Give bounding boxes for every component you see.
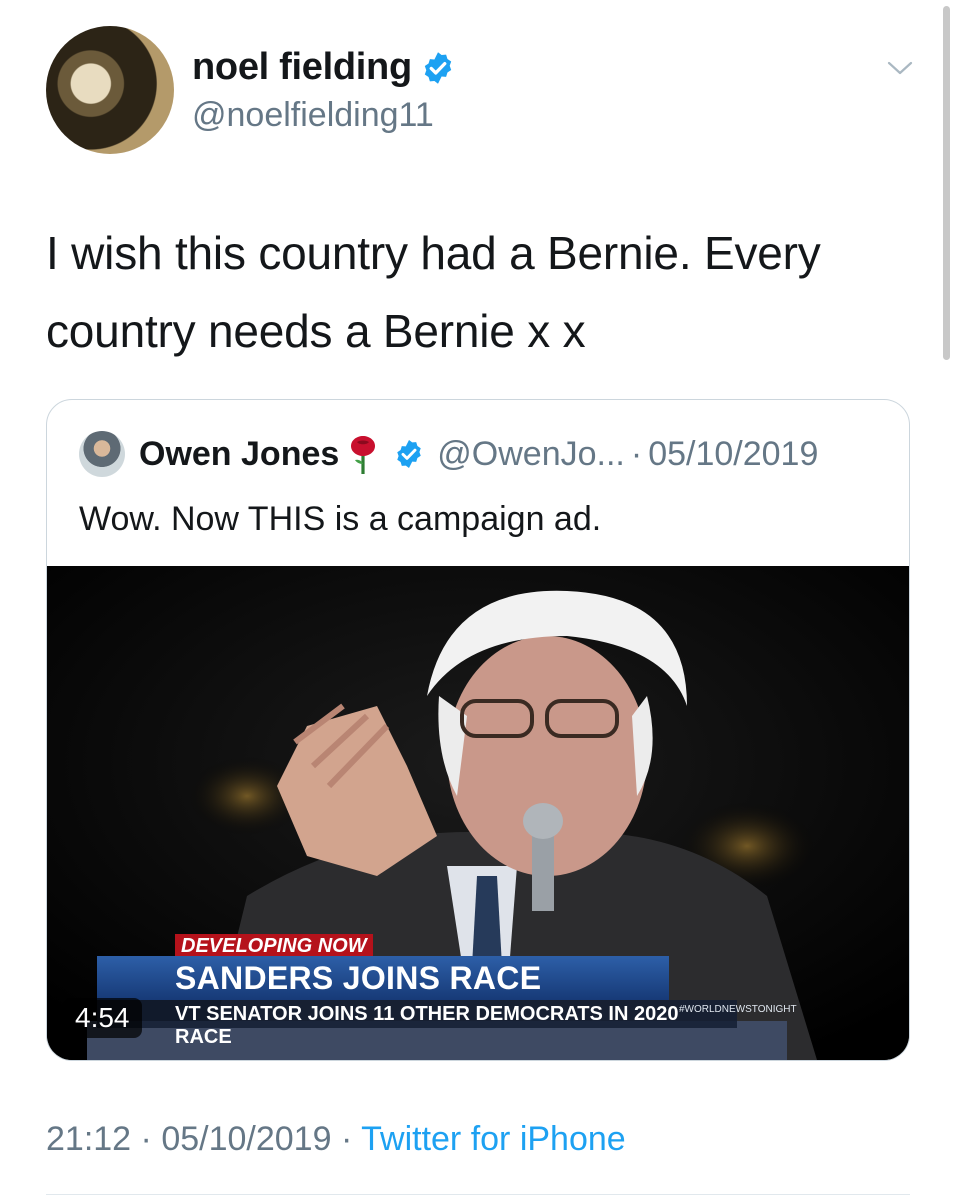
video-duration: 4:54 [63, 998, 142, 1038]
lower-third-headline-bar: SANDERS JOINS RACE [97, 956, 669, 1000]
tweet-text-line: country needs a Bernie x x [46, 305, 586, 357]
author-avatar[interactable] [46, 26, 174, 154]
quoted-author-handle: @OwenJo... [437, 434, 625, 473]
quoted-tweet-date: 05/10/2019 [648, 434, 819, 473]
tweet-time: 21:12 [46, 1120, 132, 1158]
lower-third-subheadline: VT SENATOR JOINS 11 OTHER DEMOCRATS IN 2… [175, 1003, 679, 1048]
lower-third-label: DEVELOPING NOW [175, 934, 373, 958]
quoted-tweet-card[interactable]: Owen Jones @OwenJo... · 05/10/2019 Wow. … [46, 399, 910, 1061]
lower-third-subheadline-bar: VT SENATOR JOINS 11 OTHER DEMOCRATS IN 2… [97, 1000, 737, 1048]
quoted-author-avatar [79, 431, 125, 477]
rose-icon [351, 436, 376, 474]
author-display-name[interactable]: noel fielding [192, 46, 412, 89]
separator-dot: · [630, 434, 643, 473]
tweet-text-line: I wish this country had a Bernie. Every [46, 227, 821, 279]
lower-third-headline: SANDERS JOINS RACE [175, 960, 542, 996]
tweet-date: 05/10/2019 [161, 1120, 332, 1158]
quoted-tweet-text: Wow. Now THIS is a campaign ad. [79, 500, 602, 538]
tweet-text: I wish this country had a Bernie. Every … [46, 214, 926, 370]
scrollbar[interactable] [943, 6, 950, 360]
tweet-footer: 21:12 · 05/10/2019 · Twitter for iPhone [46, 1120, 626, 1159]
tweet-header: noel fielding @noelfielding11 [46, 26, 916, 158]
author-handle[interactable]: @noelfielding11 [192, 96, 434, 135]
verified-badge-icon [424, 51, 452, 84]
quoted-author-name: Owen Jones [139, 434, 340, 473]
divider [46, 1194, 910, 1195]
quoted-tweet-header: Owen Jones @OwenJo... · 05/10/2019 [79, 431, 818, 477]
separator-dot: · [340, 1120, 353, 1158]
quoted-verified-badge-icon [397, 440, 422, 468]
video-player[interactable]: DEVELOPING NOW SANDERS JOINS RACE VT SEN… [47, 566, 909, 1060]
chevron-down-icon[interactable] [886, 58, 914, 78]
separator-dot: · [140, 1120, 152, 1158]
source-app-link[interactable]: Twitter for iPhone [361, 1120, 626, 1158]
network-tag: #WORLDNEWSTONIGHT [679, 1004, 797, 1015]
author-name-row: noel fielding [192, 46, 456, 89]
